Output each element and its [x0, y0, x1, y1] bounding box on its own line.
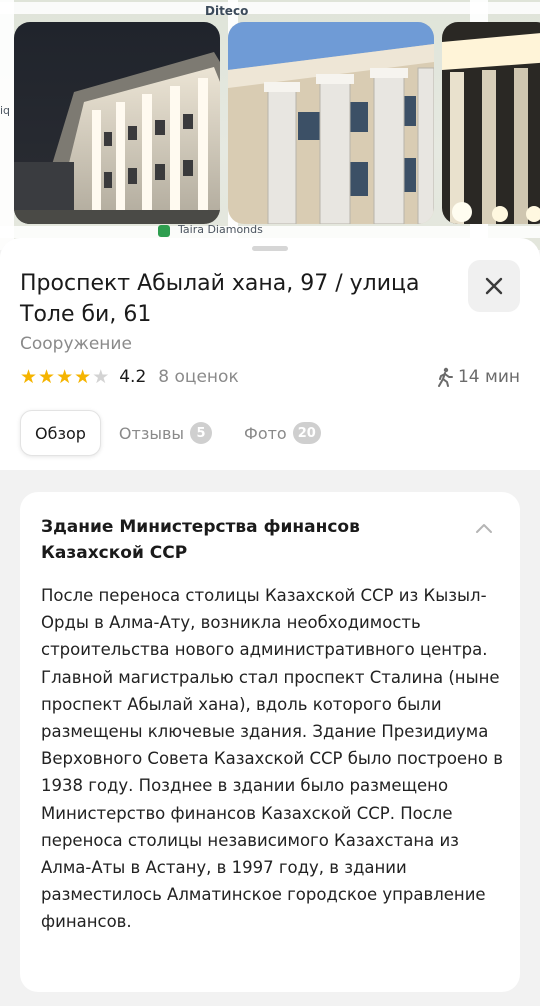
tab-label: Отзывы	[118, 423, 185, 443]
place-title: Проспект Абылай хана, 97 / улица Толе би…	[20, 271, 420, 327]
walk-time-label: 14 мин	[457, 367, 520, 387]
tab-reviews[interactable]: Отзывы 5	[105, 410, 226, 456]
close-icon	[485, 277, 503, 295]
rating-stars: ★ ★ ★ ★ ★	[20, 366, 109, 388]
walk-time[interactable]: 14 мин	[436, 367, 520, 387]
building-night-photo	[14, 22, 220, 224]
tab-photos[interactable]: Фото 20	[230, 410, 335, 456]
count-badge: 5	[190, 422, 213, 444]
photo-thumbnail[interactable]	[442, 22, 540, 224]
place-card-sheet: Проспект Абылай хана, 97 / улица Толе би…	[0, 238, 540, 1006]
star-icon: ★	[56, 366, 74, 388]
tab-bar: Обзор Отзывы 5 Фото 20	[20, 408, 339, 458]
description-card: Здание Министерства финансов Казахской С…	[20, 492, 520, 992]
star-icon: ★	[74, 366, 92, 388]
tab-overview[interactable]: Обзор	[20, 410, 101, 456]
star-icon: ★	[38, 366, 56, 388]
description-title: Здание Министерства финансов Казахской С…	[41, 517, 360, 563]
tab-label: Обзор	[35, 423, 86, 443]
chevron-up-icon	[476, 524, 492, 533]
rating-value: 4.2	[119, 367, 147, 387]
close-button[interactable]	[468, 260, 520, 312]
map-background[interactable]: Diteco iq Taira Diamonds	[0, 0, 540, 250]
poi-marker[interactable]	[158, 225, 170, 237]
map-road	[0, 226, 540, 238]
place-category: Сооружение	[20, 334, 132, 354]
photo-thumbnail[interactable]	[228, 22, 434, 224]
count-badge: 20	[292, 422, 321, 444]
tab-label: Фото	[244, 423, 287, 443]
map-label-partial: iq	[0, 104, 11, 117]
star-icon: ★	[92, 366, 110, 388]
photo-thumbnail[interactable]	[14, 22, 220, 224]
collapse-button[interactable]	[470, 514, 498, 542]
description-text: После переноса столицы Казахской ССР из …	[41, 586, 503, 932]
star-icon: ★	[20, 366, 38, 388]
building-columns-photo	[228, 22, 434, 224]
building-night-photo	[442, 22, 540, 224]
map-road	[0, 2, 540, 14]
map-label-taira: Taira Diamonds	[178, 223, 263, 236]
map-road	[0, 0, 14, 250]
walking-person-icon	[437, 367, 453, 387]
drag-handle[interactable]	[252, 246, 288, 251]
rating-row[interactable]: ★ ★ ★ ★ ★ 4.2 8 оценок 14 мин	[20, 365, 520, 389]
place-header: Проспект Абылай хана, 97 / улица Толе би…	[0, 238, 540, 470]
map-label-diteco: Diteco	[205, 4, 249, 18]
reviews-count: 8 оценок	[158, 367, 239, 387]
